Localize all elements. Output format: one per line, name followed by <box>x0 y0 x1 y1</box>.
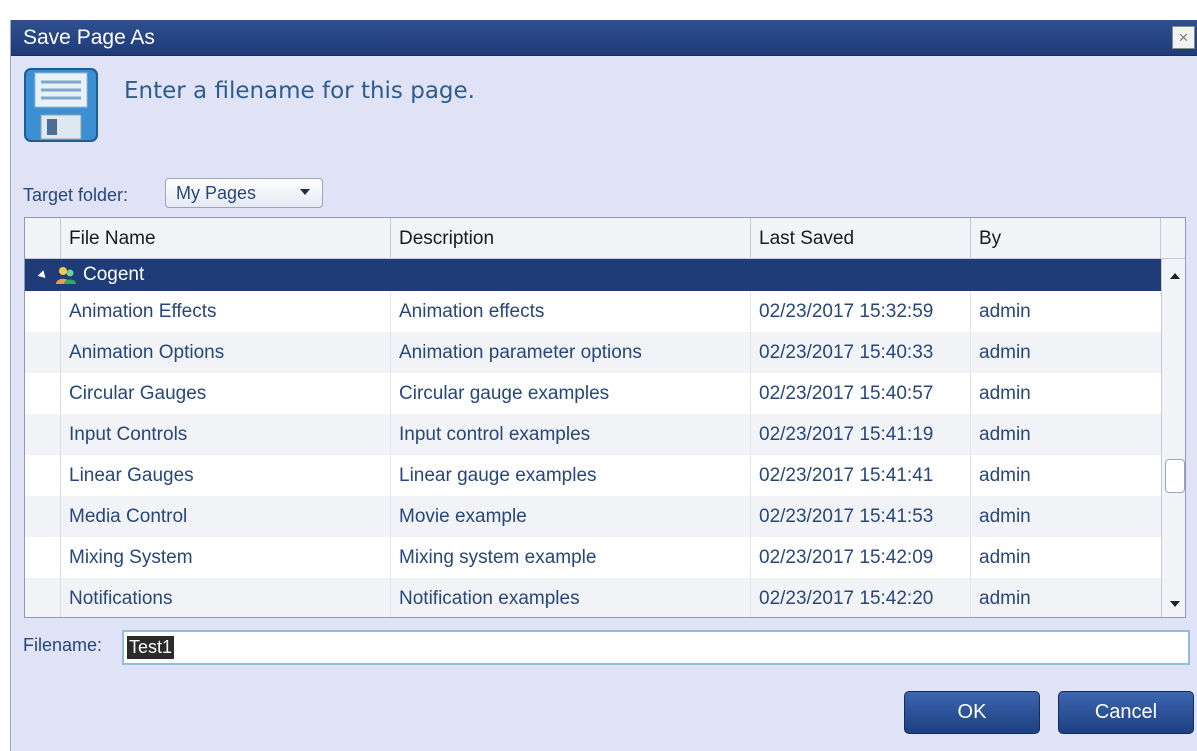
scroll-down-arrow-icon[interactable] <box>1170 601 1180 607</box>
table-row[interactable]: Media Control Movie example 02/23/2017 1… <box>25 496 1161 537</box>
by-cell: admin <box>979 301 1031 322</box>
collapse-triangle-icon[interactable] <box>37 270 49 281</box>
row-gutter <box>25 455 61 496</box>
by-cell: admin <box>979 424 1031 445</box>
description-cell: Animation parameter options <box>391 332 751 373</box>
target-folder-select[interactable]: My Pages <box>165 178 323 208</box>
row-gutter <box>25 414 61 455</box>
by-cell: admin <box>979 383 1031 404</box>
file-name-cell[interactable]: Animation Options <box>61 332 391 373</box>
last-saved-cell: 02/23/2017 15:42:09 <box>751 537 971 578</box>
file-name-cell[interactable]: Animation Effects <box>61 291 391 332</box>
description-cell: Notification examples <box>391 578 751 617</box>
dialog-header: Enter a filename for this page. <box>11 57 1197 167</box>
users-group-icon <box>56 267 76 284</box>
dialog-prompt: Enter a filename for this page. <box>124 78 475 104</box>
row-gutter <box>25 291 61 332</box>
column-by[interactable]: By <box>971 218 1161 259</box>
description-cell: Movie example <box>391 496 751 537</box>
last-saved-cell: 02/23/2017 15:41:53 <box>751 496 971 537</box>
by-cell: admin <box>979 465 1031 486</box>
scroll-up-arrow-icon[interactable] <box>1170 273 1180 279</box>
row-gutter <box>25 496 61 537</box>
by-cell: admin <box>979 547 1031 568</box>
table-row[interactable]: Mixing System Mixing system example 02/2… <box>25 537 1161 578</box>
dialog-title: Save Page As <box>23 26 155 49</box>
description-cell: Linear gauge examples <box>391 455 751 496</box>
target-folder-label: Target folder: <box>23 185 129 205</box>
last-saved-cell: 02/23/2017 15:40:57 <box>751 373 971 414</box>
grid-header: File Name Description Last Saved By <box>25 218 1185 259</box>
file-name-cell[interactable]: Media Control <box>61 496 391 537</box>
last-saved-cell: 02/23/2017 15:32:59 <box>751 291 971 332</box>
vertical-scrollbar[interactable] <box>1161 259 1185 617</box>
group-label: Cogent <box>83 264 145 285</box>
by-cell: admin <box>979 506 1031 527</box>
floppy-disk-icon <box>24 68 98 142</box>
by-cell: admin <box>979 588 1031 609</box>
row-gutter <box>25 537 61 578</box>
save-page-dialog: Save Page As × Enter a filename for this… <box>10 20 1197 751</box>
table-row[interactable]: Circular Gauges Circular gauge examples … <box>25 373 1161 414</box>
file-name-cell[interactable]: Mixing System <box>61 537 391 578</box>
file-name-cell[interactable]: Input Controls <box>61 414 391 455</box>
description-cell: Animation effects <box>391 291 751 332</box>
table-row[interactable]: Animation Options Animation parameter op… <box>25 332 1161 373</box>
last-saved-cell: 02/23/2017 15:41:19 <box>751 414 971 455</box>
table-row[interactable]: Notifications Notification examples 02/2… <box>25 578 1161 617</box>
row-gutter <box>25 578 61 617</box>
ok-button[interactable]: OK <box>904 691 1040 734</box>
close-icon[interactable]: × <box>1172 26 1195 49</box>
by-cell: admin <box>979 342 1031 363</box>
screen: Save Page As × Enter a filename for this… <box>0 0 1197 751</box>
filename-input[interactable]: Test1 <box>122 630 1190 665</box>
column-file-name[interactable]: File Name <box>61 218 391 259</box>
row-gutter <box>25 332 61 373</box>
filename-label: Filename: <box>23 635 103 655</box>
description-cell: Mixing system example <box>391 537 751 578</box>
file-grid: File Name Description Last Saved By Coge… <box>24 217 1186 618</box>
file-name-cell[interactable]: Notifications <box>61 578 391 617</box>
table-row[interactable]: Linear Gauges Linear gauge examples 02/2… <box>25 455 1161 496</box>
file-name-cell[interactable]: Circular Gauges <box>61 373 391 414</box>
row-gutter <box>25 373 61 414</box>
filename-value: Test1 <box>127 636 175 659</box>
dialog-titlebar[interactable]: Save Page As × <box>11 20 1197 56</box>
grid-header-gutter <box>25 218 61 259</box>
target-folder-value: My Pages <box>176 183 257 203</box>
file-name-cell[interactable]: Linear Gauges <box>61 455 391 496</box>
last-saved-cell: 02/23/2017 15:41:41 <box>751 455 971 496</box>
column-description[interactable]: Description <box>391 218 751 259</box>
table-row[interactable]: Input Controls Input control examples 02… <box>25 414 1161 455</box>
last-saved-cell: 02/23/2017 15:40:33 <box>751 332 971 373</box>
chevron-down-icon <box>300 189 310 195</box>
column-last-saved[interactable]: Last Saved <box>751 218 971 259</box>
description-cell: Circular gauge examples <box>391 373 751 414</box>
cancel-button[interactable]: Cancel <box>1058 691 1194 734</box>
table-row[interactable]: Animation Effects Animation effects 02/2… <box>25 291 1161 332</box>
scroll-thumb[interactable] <box>1165 459 1185 493</box>
description-cell: Input control examples <box>391 414 751 455</box>
last-saved-cell: 02/23/2017 15:42:20 <box>751 578 971 617</box>
group-row-cogent[interactable]: Cogent <box>25 259 1161 291</box>
